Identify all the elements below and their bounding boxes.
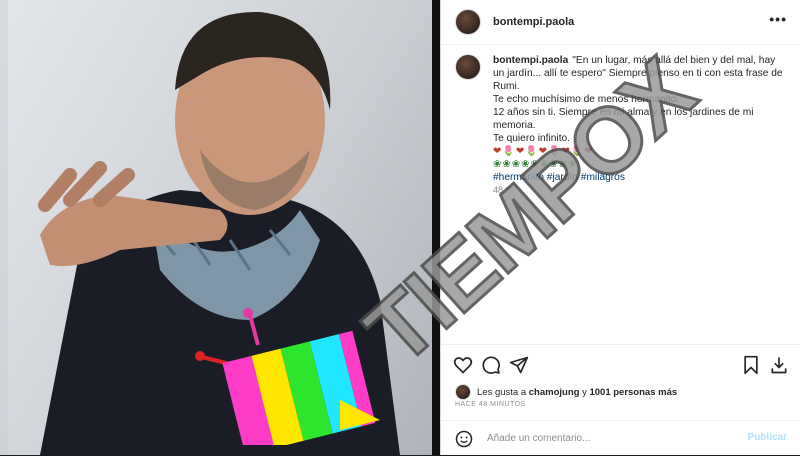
comment-icon[interactable] [481,355,501,375]
liker-avatar[interactable] [455,384,471,400]
comment-box: Publicar [441,420,800,456]
bookmark-icon[interactable] [741,355,761,375]
likes-prefix: Les gusta a [477,386,527,398]
comment-input[interactable] [485,432,709,445]
caption-username[interactable]: bontempi.paola [493,55,568,66]
author-avatar[interactable] [455,9,481,35]
liker-username[interactable]: chamojung [529,387,580,398]
author-username[interactable]: bontempi.paola [493,16,574,28]
action-bar [441,344,800,383]
post-photo [0,0,440,455]
likes-summary: Les gusta a chamojung y 1001 personas má… [455,384,677,400]
download-icon[interactable] [769,355,789,375]
publish-button[interactable]: Publicar [748,432,787,443]
ellipsis-icon[interactable]: ••• [769,12,787,26]
post-header: bontempi.paola ••• [441,0,800,45]
post-timestamp: HACE 48 MINUTOS [455,401,526,408]
caption-avatar[interactable] [455,54,481,80]
heart-icon[interactable] [453,355,473,375]
send-icon[interactable] [509,355,529,375]
likes-others[interactable]: 1001 personas más [589,387,677,398]
tv-logo-icon [195,308,380,445]
likes-joiner: y [582,386,587,398]
smiley-icon[interactable] [455,430,473,448]
